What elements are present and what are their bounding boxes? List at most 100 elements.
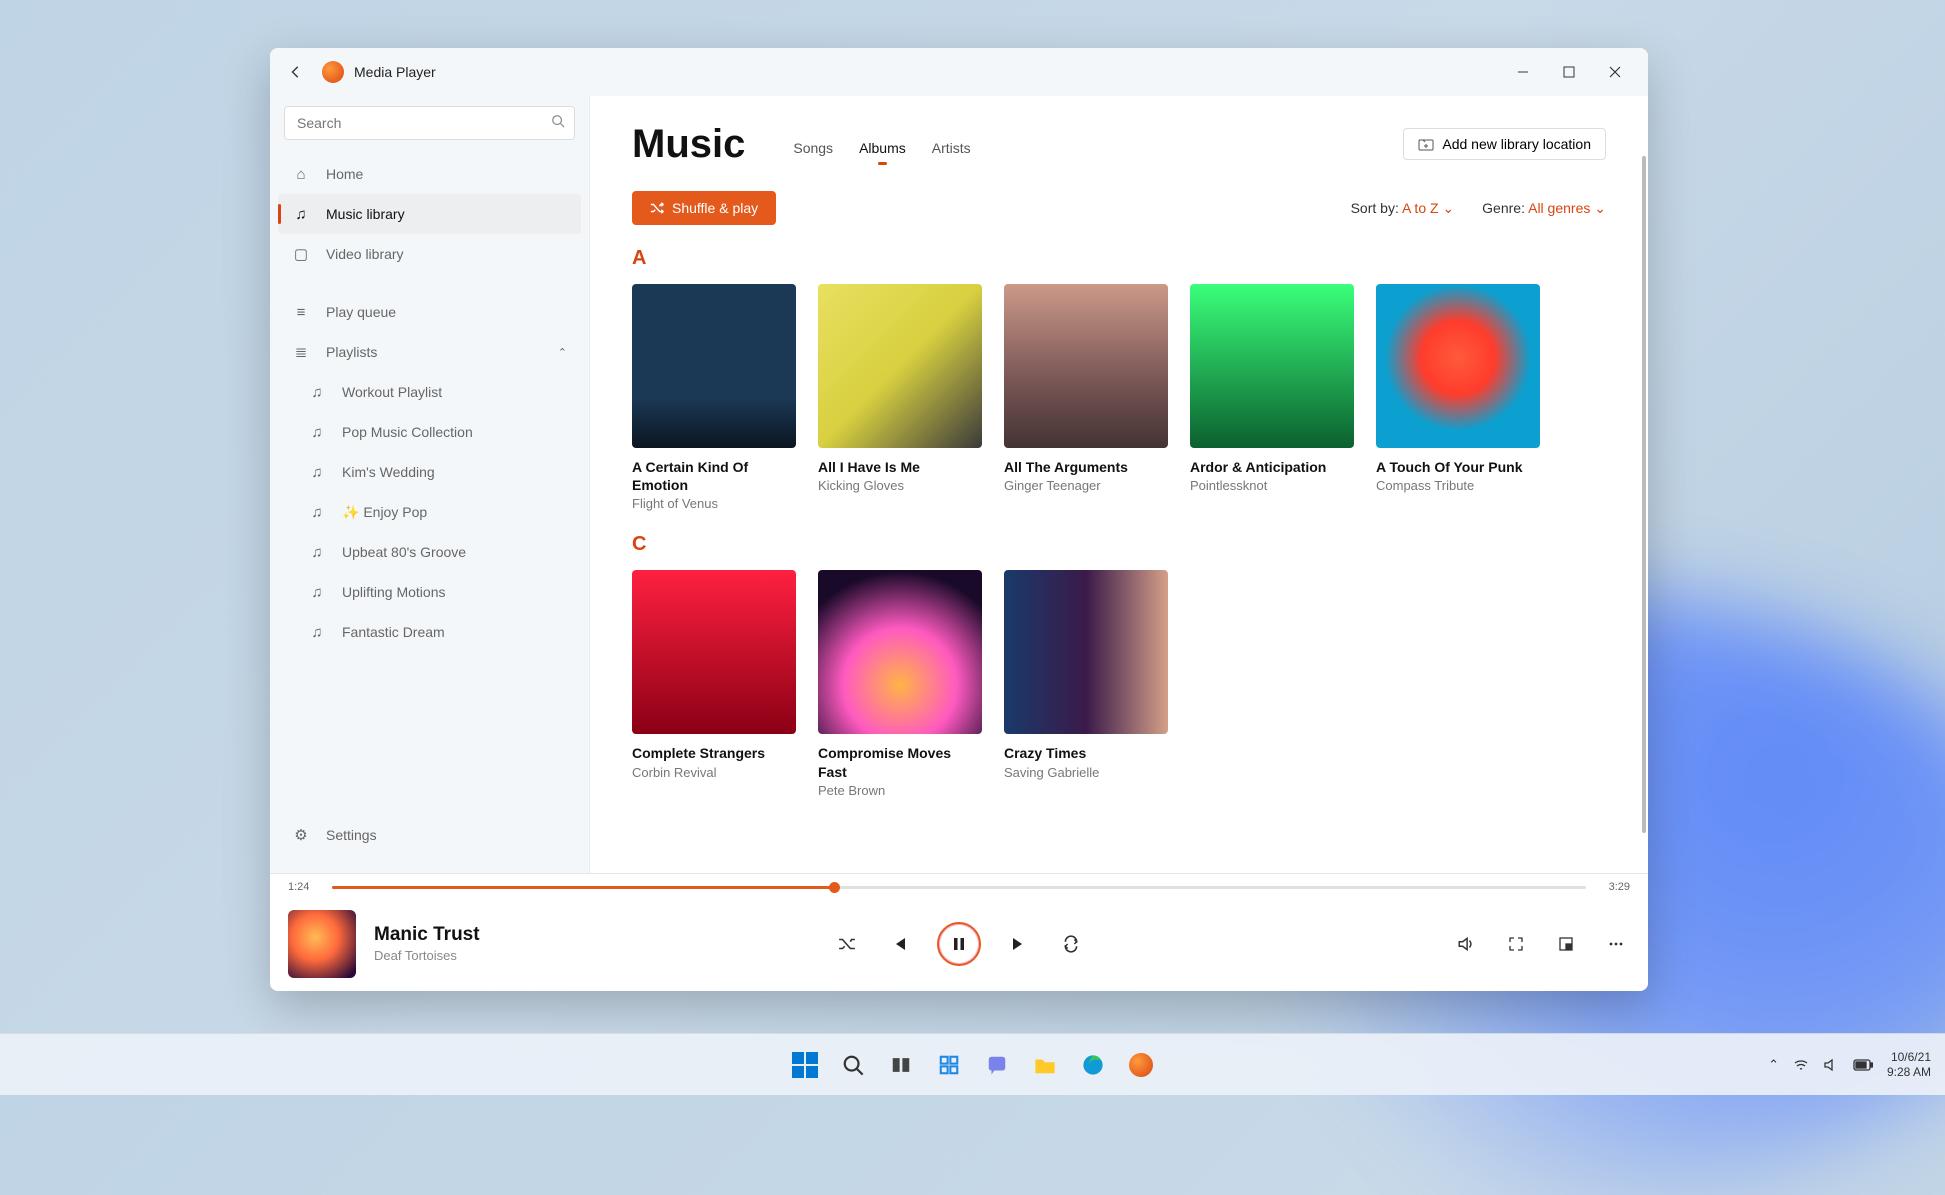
search-input[interactable] <box>284 106 575 140</box>
album-art <box>1190 284 1354 448</box>
music-note-icon: ♫ <box>308 384 326 401</box>
playlist-label: Uplifting Motions <box>342 584 446 600</box>
sidebar-playlist-item[interactable]: ♫Kim's Wedding <box>278 452 581 492</box>
app-logo-icon <box>322 61 344 83</box>
album-art <box>632 284 796 448</box>
tab-songs[interactable]: Songs <box>793 140 833 162</box>
fullscreen-button[interactable] <box>1502 930 1530 958</box>
seek-slider[interactable] <box>332 886 1586 889</box>
seek-thumb[interactable] <box>829 882 840 893</box>
back-button[interactable] <box>280 56 312 88</box>
sidebar-item-play-queue[interactable]: ≡ Play queue <box>278 292 581 332</box>
tab-albums[interactable]: Albums <box>859 140 906 162</box>
sidebar-playlist-item[interactable]: ♫Uplifting Motions <box>278 572 581 612</box>
album-card[interactable]: Ardor & AnticipationPointlessknot <box>1190 284 1354 511</box>
playlist-label: ✨ Enjoy Pop <box>342 504 427 521</box>
playlist-label: Workout Playlist <box>342 384 442 400</box>
album-card[interactable]: A Certain Kind Of Emotion Flight of Venus <box>632 284 796 511</box>
previous-button[interactable] <box>885 930 913 958</box>
sidebar-playlist-item[interactable]: ♫ Workout Playlist <box>278 372 581 412</box>
elapsed-time: 1:24 <box>288 881 322 893</box>
sidebar-playlist-item[interactable]: ♫Pop Music Collection <box>278 412 581 452</box>
sidebar-item-video-library[interactable]: ▢ Video library <box>278 234 581 274</box>
sidebar-playlist-item[interactable]: ♫Fantastic Dream <box>278 612 581 652</box>
music-note-icon: ♫ <box>308 624 326 641</box>
add-library-button[interactable]: Add new library location <box>1403 128 1606 160</box>
section-letter[interactable]: C <box>632 533 1606 556</box>
sidebar-playlist-item[interactable]: ♫✨ Enjoy Pop <box>278 492 581 532</box>
next-button[interactable] <box>1005 930 1033 958</box>
sidebar-item-label: Home <box>326 166 363 182</box>
sidebar-item-home[interactable]: ⌂ Home <box>278 154 581 194</box>
pause-button[interactable] <box>937 922 981 966</box>
album-title: Complete Strangers <box>632 744 796 762</box>
sidebar-item-playlists[interactable]: ≣ Playlists ⌃ <box>278 332 581 372</box>
titlebar: Media Player <box>270 48 1648 96</box>
album-card[interactable]: All The ArgumentsGinger Teenager <box>1004 284 1168 511</box>
video-icon: ▢ <box>292 245 310 263</box>
scrollbar[interactable] <box>1642 156 1646 833</box>
sort-by-value: A to Z <box>1402 200 1439 216</box>
album-artist: Ginger Teenager <box>1004 478 1168 493</box>
sidebar-item-music-library[interactable]: ♫ Music library <box>278 194 581 234</box>
start-button[interactable] <box>786 1046 824 1084</box>
sort-by[interactable]: Sort by: A to Z ⌄ <box>1351 200 1455 217</box>
tab-artists[interactable]: Artists <box>932 140 971 162</box>
minimize-button[interactable] <box>1500 49 1546 95</box>
shuffle-icon <box>650 201 664 215</box>
album-art <box>818 284 982 448</box>
chat-button[interactable] <box>978 1046 1016 1084</box>
repeat-button[interactable] <box>1057 930 1085 958</box>
tray-chevron-icon[interactable]: ⌃ <box>1768 1057 1779 1073</box>
battery-icon[interactable] <box>1853 1059 1873 1071</box>
close-button[interactable] <box>1592 49 1638 95</box>
now-playing-artist: Deaf Tortoises <box>374 948 480 963</box>
widgets-button[interactable] <box>930 1046 968 1084</box>
sidebar-item-settings[interactable]: ⚙ Settings <box>278 815 581 855</box>
wifi-icon[interactable] <box>1793 1057 1809 1073</box>
mini-player-button[interactable] <box>1552 930 1580 958</box>
genre-filter[interactable]: Genre: All genres ⌄ <box>1482 200 1606 217</box>
album-art <box>818 570 982 734</box>
playlist-label: Upbeat 80's Groove <box>342 544 466 560</box>
album-title: Crazy Times <box>1004 744 1168 762</box>
section-letter[interactable]: A <box>632 247 1606 270</box>
tray-volume-icon[interactable] <box>1823 1057 1839 1073</box>
edge-button[interactable] <box>1074 1046 1112 1084</box>
taskbar-clock[interactable]: 10/6/21 9:28 AM <box>1887 1050 1931 1079</box>
more-button[interactable] <box>1602 930 1630 958</box>
shuffle-play-button[interactable]: Shuffle & play <box>632 191 776 225</box>
now-playing-bar: 1:24 3:29 Manic Trust Deaf Tortoises <box>270 873 1648 991</box>
sidebar-playlist-item[interactable]: ♫Upbeat 80's Groove <box>278 532 581 572</box>
album-title: Ardor & Anticipation <box>1190 458 1354 476</box>
media-player-taskbar-button[interactable] <box>1122 1046 1160 1084</box>
queue-icon: ≡ <box>292 304 310 321</box>
taskbar-date: 10/6/21 <box>1887 1050 1931 1064</box>
sidebar-item-label: Music library <box>326 206 405 222</box>
sidebar-item-label: Playlists <box>326 344 377 360</box>
now-playing-art[interactable] <box>288 910 356 978</box>
album-art <box>632 570 796 734</box>
album-art <box>1376 284 1540 448</box>
album-card[interactable]: Crazy TimesSaving Gabrielle <box>1004 570 1168 797</box>
album-card[interactable]: All I Have Is MeKicking Gloves <box>818 284 982 511</box>
playlist-icon: ≣ <box>292 343 310 361</box>
taskbar-time: 9:28 AM <box>1887 1065 1931 1079</box>
album-card[interactable]: Compromise Moves FastPete Brown <box>818 570 982 797</box>
sort-by-label: Sort by: <box>1351 200 1399 216</box>
taskbar-search-button[interactable] <box>834 1046 872 1084</box>
album-card[interactable]: Complete StrangersCorbin Revival <box>632 570 796 797</box>
task-view-button[interactable] <box>882 1046 920 1084</box>
taskbar: ⌃ 10/6/21 9:28 AM <box>0 1033 1945 1095</box>
volume-button[interactable] <box>1452 930 1480 958</box>
album-title: A Certain Kind Of Emotion <box>632 458 796 494</box>
album-artist: Flight of Venus <box>632 496 796 511</box>
file-explorer-button[interactable] <box>1026 1046 1064 1084</box>
chevron-down-icon: ⌄ <box>1442 200 1454 216</box>
maximize-button[interactable] <box>1546 49 1592 95</box>
album-art <box>1004 284 1168 448</box>
music-note-icon: ♫ <box>308 464 326 481</box>
playlist-label: Pop Music Collection <box>342 424 473 440</box>
shuffle-button[interactable] <box>833 930 861 958</box>
album-card[interactable]: A Touch Of Your PunkCompass Tribute <box>1376 284 1540 511</box>
